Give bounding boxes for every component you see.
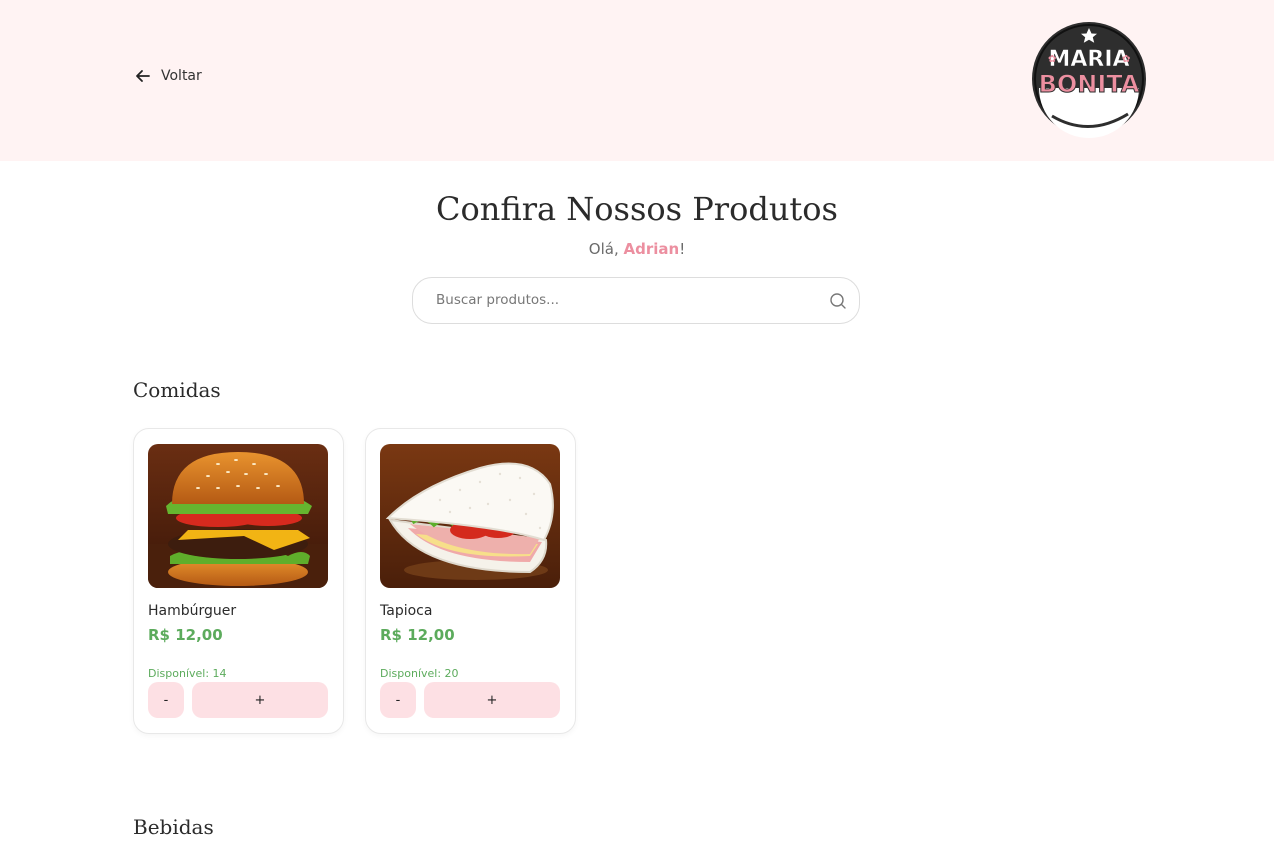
product-availability: Disponível: 14 [148,667,227,680]
product-card-hamburguer: Hambúrguer R$ 12,00 Disponível: 14 - + [133,428,344,734]
search-input[interactable] [434,291,818,309]
search-bar [412,277,860,324]
decrease-quantity-button[interactable]: - [148,682,184,718]
back-label: Voltar [161,68,202,84]
search-icon[interactable] [829,292,847,310]
brand-logo: MARIA BONITA ✿ ✿ [1030,20,1148,138]
increase-quantity-button[interactable]: + [424,682,560,718]
back-button[interactable]: Voltar [133,66,202,86]
greeting: Olá, Adrian! [0,240,1274,258]
greeting-suffix: ! [679,240,686,258]
section-title-comidas: Comidas [133,378,221,402]
logo-text-maria: MARIA [1048,47,1129,72]
greeting-prefix: Olá, [588,240,624,258]
product-availability: Disponível: 20 [380,667,459,680]
product-card-tapioca: Tapioca R$ 12,00 Disponível: 20 - + [365,428,576,734]
tapioca-image [380,444,560,588]
product-price: R$ 12,00 [148,626,223,644]
top-header: Voltar MARIA BONITA ✿ ✿ [0,0,1274,161]
logo-text-bonita: BONITA [1039,70,1140,98]
svg-text:✿: ✿ [1122,54,1130,65]
svg-text:✿: ✿ [1048,54,1056,65]
hamburger-image [148,444,328,588]
decrease-quantity-button[interactable]: - [380,682,416,718]
arrow-left-icon [136,70,150,82]
product-name: Hambúrguer [148,603,237,619]
user-name: Adrian [623,240,680,258]
increase-quantity-button[interactable]: + [192,682,328,718]
page-title: Confira Nossos Produtos [436,190,838,228]
product-price: R$ 12,00 [380,626,455,644]
product-name: Tapioca [380,603,433,619]
section-title-bebidas: Bebidas [133,815,214,839]
